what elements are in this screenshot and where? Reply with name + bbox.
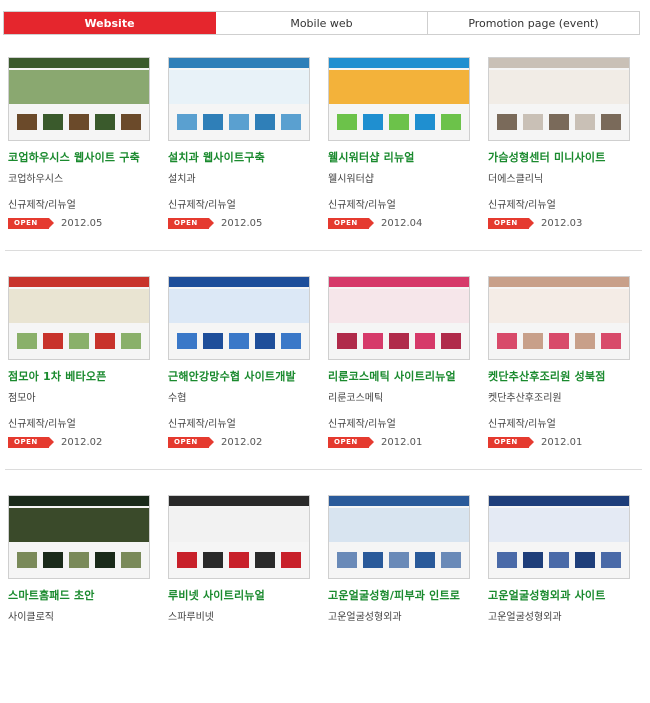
client-name: 수협 [168, 393, 187, 404]
portfolio-card[interactable]: 점모아 1차 베타오픈점모아신규제작/리뉴얼 OPEN 2012.02 [8, 276, 153, 448]
category-tabs: Website Mobile web Promotion page (event… [3, 11, 640, 35]
portfolio-row: 스마트홈패드 초안 사이클로직 루비넷 사이트리뉴얼 스파루비넷 고운얼굴성형/피부과 … [0, 484, 650, 703]
portfolio-row: 코업하우시스 웹사이트 구축 코업하우시스 신규제작/리뉴얼 OPEN 2012.05 설… [0, 46, 650, 265]
site-thumbnail[interactable] [168, 57, 310, 141]
site-thumbnail[interactable] [8, 57, 150, 141]
portfolio-grid: 코업하우시스 웹사이트 구축 코업하우시스 신규제작/리뉴얼 OPEN 2012.05 설… [0, 46, 650, 703]
project-meta: OPEN 2012.01 [328, 436, 473, 448]
portfolio-card[interactable]: 코업하우시스 웹사이트 구축코업하우시스신규제작/리뉴얼 OPEN 2012.05 [8, 57, 153, 229]
open-badge: OPEN [8, 217, 54, 229]
portfolio-card[interactable]: 루비넷 사이트리뉴얼스파루비넷 [168, 495, 313, 623]
open-date: 2012.05 [221, 217, 263, 229]
portfolio-card[interactable]: 가슴성형센터 미니사이트더에스클리닉신규제작/리뉴얼 OPEN 2012.03 [488, 57, 633, 229]
client-name: 고운얼굴성형외과 [488, 612, 562, 623]
site-thumbnail[interactable] [488, 57, 630, 141]
portfolio-card[interactable]: 고운얼굴성형외과 사이트고운얼굴성형외과 [488, 495, 633, 623]
open-date: 2012.02 [61, 436, 103, 448]
open-badge: OPEN [488, 436, 534, 448]
client-name: 고운얼굴성형외과 [328, 612, 402, 623]
site-thumbnail[interactable] [328, 57, 470, 141]
project-meta: OPEN 2012.02 [168, 436, 313, 448]
project-meta: OPEN 2012.02 [8, 436, 153, 448]
portfolio-card[interactable]: 켓단추산후조리원 성북점켓단추산후조리원신규제작/리뉴얼 OPEN 2012.01 [488, 276, 633, 448]
project-title[interactable]: 켓단추산후조리원 성북점 [488, 368, 633, 384]
project-title[interactable]: 리룬코스메틱 사이트리뉴얼 [328, 368, 473, 384]
open-date: 2012.05 [61, 217, 103, 229]
portfolio-card[interactable]: 근해안강망수협 사이트개발수협신규제작/리뉴얼 OPEN 2012.02 [168, 276, 313, 448]
open-date: 2012.02 [221, 436, 263, 448]
open-badge: OPEN [328, 217, 374, 229]
project-title[interactable]: 고운얼굴성형/피부과 인트로 [328, 587, 473, 603]
open-badge: OPEN [168, 217, 214, 229]
client-name: 스파루비넷 [168, 612, 214, 623]
portfolio-card[interactable]: 리룬코스메틱 사이트리뉴얼리룬코스메틱신규제작/리뉴얼 OPEN 2012.01 [328, 276, 473, 448]
project-type: 신규제작/리뉴얼 [8, 200, 76, 211]
open-date: 2012.01 [541, 436, 583, 448]
site-thumbnail[interactable] [488, 276, 630, 360]
project-meta: OPEN 2012.01 [488, 436, 633, 448]
client-name: 더에스클리닉 [488, 174, 544, 185]
project-title[interactable]: 고운얼굴성형외과 사이트 [488, 587, 633, 603]
open-badge: OPEN [8, 436, 54, 448]
portfolio-card[interactable]: 스마트홈패드 초안사이클로직 [8, 495, 153, 623]
site-thumbnail[interactable] [168, 276, 310, 360]
project-meta: OPEN 2012.04 [328, 217, 473, 229]
project-type: 신규제작/리뉴얼 [488, 200, 556, 211]
project-meta: OPEN 2012.05 [8, 217, 153, 229]
tab-promotion-page[interactable]: Promotion page (event) [428, 12, 639, 34]
client-name: 사이클로직 [8, 612, 54, 623]
portfolio-card[interactable]: 설치과 웹사이트구축설치과신규제작/리뉴얼 OPEN 2012.05 [168, 57, 313, 229]
open-badge: OPEN [328, 436, 374, 448]
client-name: 설치과 [168, 174, 196, 185]
project-title[interactable]: 웰시워터샵 리뉴얼 [328, 149, 473, 165]
client-name: 켓단추산후조리원 [488, 393, 562, 404]
project-type: 신규제작/리뉴얼 [168, 419, 236, 430]
project-title[interactable]: 설치과 웹사이트구축 [168, 149, 313, 165]
tab-mobile-web[interactable]: Mobile web [216, 12, 428, 34]
project-title[interactable]: 스마트홈패드 초안 [8, 587, 153, 603]
project-title[interactable]: 코업하우시스 웹사이트 구축 [8, 149, 153, 165]
site-thumbnail[interactable] [328, 276, 470, 360]
project-type: 신규제작/리뉴얼 [8, 419, 76, 430]
site-thumbnail[interactable] [8, 495, 150, 579]
client-name: 점모아 [8, 393, 36, 404]
project-title[interactable]: 점모아 1차 베타오픈 [8, 368, 153, 384]
row-divider [5, 250, 642, 251]
open-date: 2012.01 [381, 436, 423, 448]
site-thumbnail[interactable] [328, 495, 470, 579]
project-meta: OPEN 2012.03 [488, 217, 633, 229]
row-divider [5, 469, 642, 470]
project-title[interactable]: 근해안강망수협 사이트개발 [168, 368, 313, 384]
open-badge: OPEN [488, 217, 534, 229]
portfolio-card[interactable]: 고운얼굴성형/피부과 인트로고운얼굴성형외과 [328, 495, 473, 623]
open-badge: OPEN [168, 436, 214, 448]
client-name: 웰시워터샵 [328, 174, 374, 185]
open-date: 2012.04 [381, 217, 423, 229]
open-date: 2012.03 [541, 217, 583, 229]
portfolio-row: 점모아 1차 베타오픈 점모아 신규제작/리뉴얼 OPEN 2012.02 근해안강망수협… [0, 265, 650, 484]
portfolio-card[interactable]: 웰시워터샵 리뉴얼웰시워터샵신규제작/리뉴얼 OPEN 2012.04 [328, 57, 473, 229]
project-meta: OPEN 2012.05 [168, 217, 313, 229]
project-type: 신규제작/리뉴얼 [328, 200, 396, 211]
site-thumbnail[interactable] [168, 495, 310, 579]
project-type: 신규제작/리뉴얼 [168, 200, 236, 211]
client-name: 코업하우시스 [8, 174, 64, 185]
project-title[interactable]: 루비넷 사이트리뉴얼 [168, 587, 313, 603]
client-name: 리룬코스메틱 [328, 393, 384, 404]
site-thumbnail[interactable] [8, 276, 150, 360]
project-title[interactable]: 가슴성형센터 미니사이트 [488, 149, 633, 165]
tab-website[interactable]: Website [4, 12, 216, 34]
project-type: 신규제작/리뉴얼 [328, 419, 396, 430]
site-thumbnail[interactable] [488, 495, 630, 579]
project-type: 신규제작/리뉴얼 [488, 419, 556, 430]
